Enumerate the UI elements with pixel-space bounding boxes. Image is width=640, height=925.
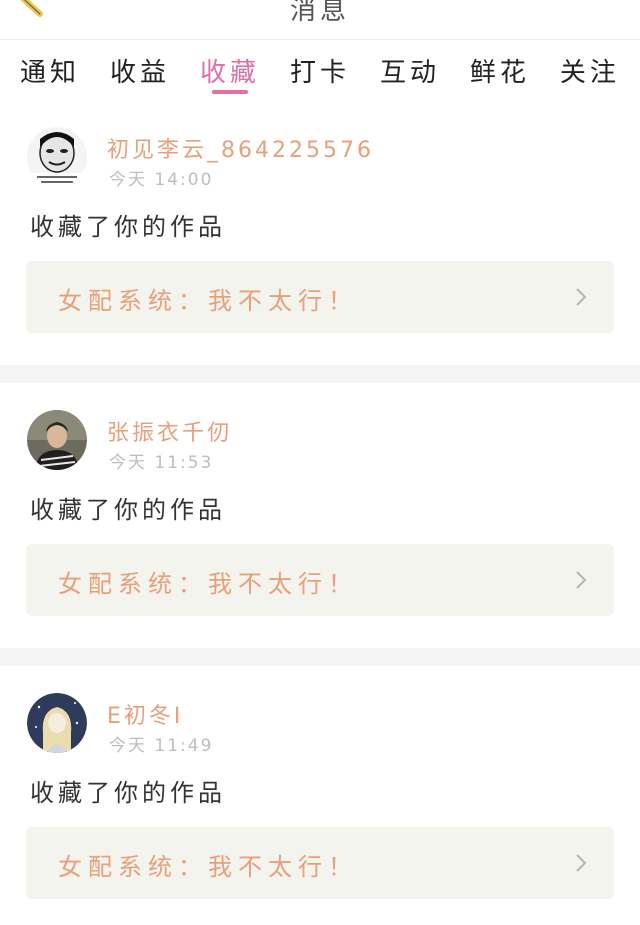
tab-flowers[interactable]: 鲜花 [468, 52, 532, 100]
timestamp: 今天 11:53 [109, 453, 214, 473]
page-title: 消息 [289, 0, 350, 26]
action-text: 收藏了你的作品 [30, 213, 226, 241]
chevron-right-icon [576, 571, 587, 589]
work-title: 女配系统：我不太行！ [58, 287, 358, 315]
chevron-right-icon [576, 854, 587, 872]
timestamp: 今天 14:00 [109, 170, 214, 190]
tab-bar: 通知 收益 收藏 打卡 互动 鲜花 关注 [0, 40, 640, 100]
divider [0, 648, 640, 666]
timestamp: 今天 11:49 [109, 736, 214, 756]
avatar[interactable] [27, 693, 87, 753]
tab-earnings[interactable]: 收益 [108, 52, 172, 100]
active-tab-indicator [211, 90, 248, 94]
avatar[interactable] [27, 127, 87, 187]
tab-follow[interactable]: 关注 [558, 52, 622, 100]
divider [0, 365, 640, 383]
tab-checkin[interactable]: 打卡 [288, 52, 352, 100]
tab-notice[interactable]: 通知 [18, 52, 82, 100]
work-title: 女配系统：我不太行！ [58, 570, 358, 598]
action-text: 收藏了你的作品 [30, 779, 226, 807]
list-item: 张振衣千仞 今天 11:53 收藏了你的作品 女配系统：我不太行！ [0, 383, 640, 648]
chevron-right-icon [576, 288, 587, 306]
work-link[interactable]: 女配系统：我不太行！ [26, 544, 614, 616]
work-link[interactable]: 女配系统：我不太行！ [26, 827, 614, 899]
avatar[interactable] [27, 410, 87, 470]
tab-favorites[interactable]: 收藏 [198, 52, 262, 100]
username[interactable]: 初见李云_864225576 [107, 132, 374, 164]
username[interactable]: 张振衣千仞 [107, 415, 232, 447]
list-item: 初见李云_864225576 今天 14:00 收藏了你的作品 女配系统：我不太… [0, 100, 640, 365]
work-link[interactable]: 女配系统：我不太行！ [26, 261, 614, 333]
notification-list: 初见李云_864225576 今天 14:00 收藏了你的作品 女配系统：我不太… [0, 100, 640, 925]
work-title: 女配系统：我不太行！ [58, 853, 358, 881]
action-text: 收藏了你的作品 [30, 496, 226, 524]
tab-interaction[interactable]: 互动 [378, 52, 442, 100]
list-item: E初冬I 今天 11:49 收藏了你的作品 女配系统：我不太行！ [0, 666, 640, 925]
top-bar: 消息 [0, 0, 640, 40]
username[interactable]: E初冬I [107, 698, 183, 730]
